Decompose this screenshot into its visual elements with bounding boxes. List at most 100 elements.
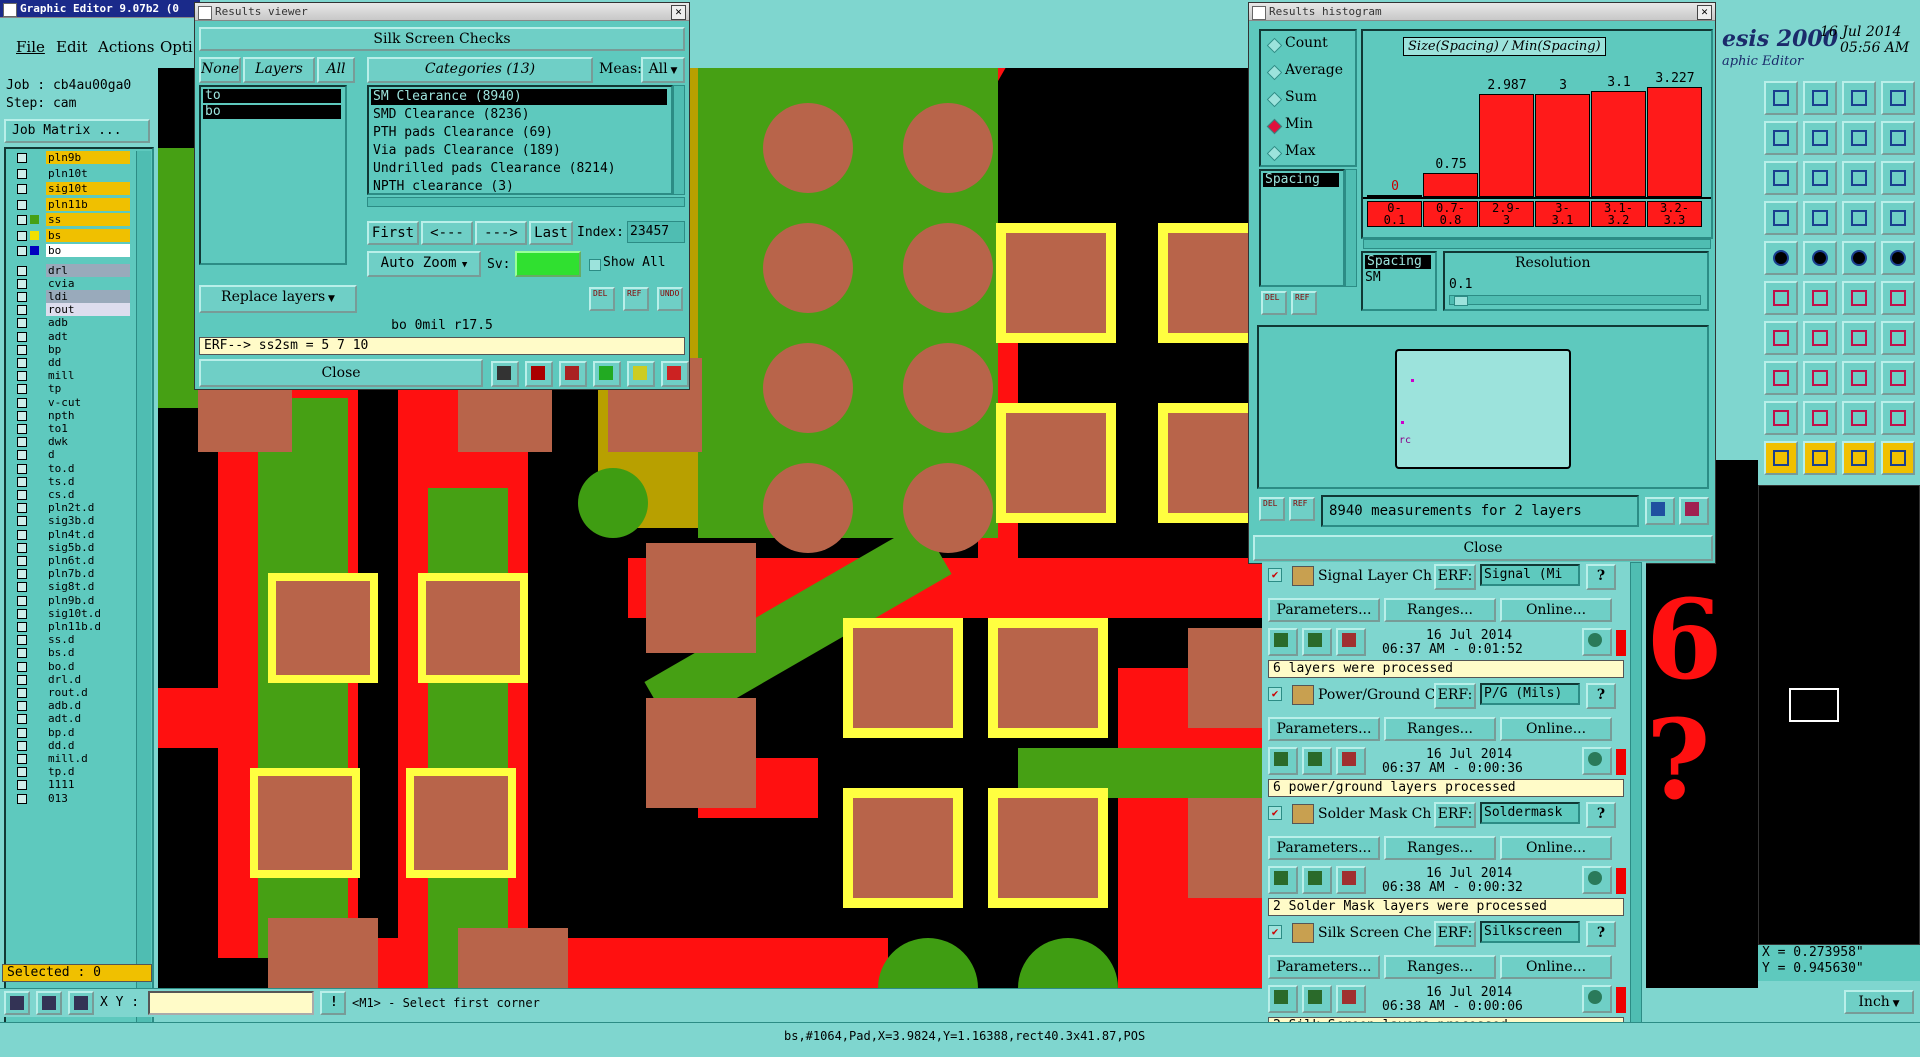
grid-tool-icon[interactable] xyxy=(68,991,94,1015)
compare-tool-icon[interactable] xyxy=(593,361,621,387)
layer-row-bs[interactable]: bs xyxy=(14,228,130,243)
layer-row-adt-d[interactable]: adt.d xyxy=(14,712,130,726)
triangle-a-icon[interactable] xyxy=(1803,401,1837,435)
dim-icon[interactable] xyxy=(1881,201,1915,235)
category-item[interactable]: Via pads Clearance (189) xyxy=(371,143,667,159)
layer-checkbox[interactable] xyxy=(17,168,27,179)
run-all-icon[interactable] xyxy=(1302,747,1332,775)
report-tool-icon[interactable] xyxy=(627,361,655,387)
layers-button[interactable]: Layers xyxy=(243,57,315,83)
route-icon[interactable] xyxy=(1842,201,1876,235)
layer-checkbox[interactable] xyxy=(17,463,27,474)
pin-icon[interactable] xyxy=(1803,201,1837,235)
snap-tool-icon[interactable] xyxy=(4,991,30,1015)
ranges-button[interactable]: Ranges... xyxy=(1384,955,1496,979)
layer-checkbox[interactable] xyxy=(17,780,27,791)
prev-button[interactable]: <--- xyxy=(421,221,473,245)
layer-row-tp-d[interactable]: tp.d xyxy=(14,765,130,779)
layer-checkbox[interactable] xyxy=(17,661,27,672)
close-icon[interactable]: ✕ xyxy=(671,5,686,20)
layer-checkbox[interactable] xyxy=(17,727,27,738)
layer-checkbox[interactable] xyxy=(17,648,27,659)
meas-select[interactable]: All ▼ xyxy=(641,57,685,83)
layer-checkbox[interactable] xyxy=(17,397,27,408)
parameters-button[interactable]: Parameters... xyxy=(1268,836,1380,860)
histogram-bar[interactable] xyxy=(1479,94,1534,197)
layer-row-sig3b-d[interactable]: sig3b.d xyxy=(14,514,130,528)
results-viewer-titlebar[interactable]: Results viewer ✕ xyxy=(195,3,689,21)
layer-row-pln9b-d[interactable]: pln9b.d xyxy=(14,593,130,608)
layer-list-scrollbar[interactable] xyxy=(136,151,151,1031)
fit-icon[interactable] xyxy=(1764,161,1798,195)
layer-row-pln10t[interactable]: pln10t xyxy=(14,166,130,181)
layer-checkbox[interactable] xyxy=(17,410,27,421)
slash-icon[interactable] xyxy=(1803,321,1837,355)
radio-count[interactable] xyxy=(1266,37,1283,54)
layer-checkbox[interactable] xyxy=(17,542,27,553)
next-button[interactable]: ---> xyxy=(475,221,527,245)
save-icon[interactable] xyxy=(1803,81,1837,115)
layer-checkbox[interactable] xyxy=(17,265,27,276)
layer-checkbox[interactable] xyxy=(17,184,27,194)
resolution-slider[interactable] xyxy=(1449,295,1701,306)
histogram-bar[interactable] xyxy=(1535,94,1590,197)
cross-icon[interactable] xyxy=(1803,281,1837,315)
parameters-button[interactable]: Parameters... xyxy=(1268,598,1380,622)
layer-row-ss[interactable]: ss xyxy=(14,213,130,227)
layer-checkbox[interactable] xyxy=(17,753,27,764)
measure-list[interactable]: Spacing SM xyxy=(1361,251,1437,311)
layer-row-dd-d[interactable]: dd.d xyxy=(14,738,130,753)
check-enable-checkbox[interactable]: ✔ xyxy=(1268,806,1282,820)
metric-list-item[interactable]: Spacing xyxy=(1263,173,1339,187)
pan-icon[interactable] xyxy=(1803,161,1837,195)
layer-checkbox[interactable] xyxy=(17,153,27,163)
layer-row-rout[interactable]: rout xyxy=(14,303,130,317)
ranges-button[interactable]: Ranges... xyxy=(1384,598,1496,622)
triangle-icon[interactable] xyxy=(1764,401,1798,435)
layer-checkbox[interactable] xyxy=(17,215,27,225)
layer-row-sig8t-d[interactable]: sig8t.d xyxy=(14,580,130,594)
layer-row-mill-d[interactable]: mill.d xyxy=(14,751,130,766)
window-menu-icon[interactable] xyxy=(1252,6,1266,20)
preview-ref-button[interactable]: REF xyxy=(1289,497,1315,521)
export-right-icon[interactable] xyxy=(1679,497,1709,525)
move-left-icon[interactable] xyxy=(1764,121,1798,155)
rotate-icon[interactable] xyxy=(1803,241,1837,275)
layer-row-v-cut[interactable]: v-cut xyxy=(14,395,130,410)
first-button[interactable]: First xyxy=(367,221,419,245)
erf-button[interactable]: ERF: xyxy=(1434,802,1476,828)
square-icon[interactable] xyxy=(1881,361,1915,395)
close-icon[interactable]: ✕ xyxy=(1697,5,1712,20)
parameters-button[interactable]: Parameters... xyxy=(1268,717,1380,741)
export-left-icon[interactable] xyxy=(1645,497,1675,525)
camera-icon[interactable] xyxy=(1764,241,1798,275)
replace-layers-select[interactable]: Replace layers ▼ xyxy=(199,285,357,313)
menu-options[interactable]: Opti xyxy=(160,38,193,56)
stop-icon[interactable] xyxy=(1336,866,1366,894)
layer-checkbox[interactable] xyxy=(17,555,27,566)
category-scrollbar[interactable] xyxy=(673,85,685,195)
alert-icon[interactable]: ! xyxy=(320,991,346,1015)
ranges-button[interactable]: Ranges... xyxy=(1384,717,1496,741)
layer-checkbox[interactable] xyxy=(17,384,27,395)
layer-checkbox[interactable] xyxy=(17,489,27,500)
layer-checkbox[interactable] xyxy=(17,569,27,580)
pointer-red-icon[interactable] xyxy=(1803,441,1837,475)
layer-row-adt[interactable]: adt xyxy=(14,329,130,344)
layer-row-sig10t-d[interactable]: sig10t.d xyxy=(14,606,130,621)
layer-checkbox[interactable] xyxy=(17,291,27,302)
help-icon[interactable] xyxy=(1881,161,1915,195)
measure-tool-icon[interactable] xyxy=(491,361,519,387)
layer-row-adb[interactable]: adb xyxy=(14,316,130,330)
checks-scrollbar[interactable] xyxy=(1630,562,1642,1042)
category-item[interactable]: SM Clearance (8940) xyxy=(371,89,667,105)
help-button[interactable]: ? xyxy=(1586,921,1616,947)
connect-icon[interactable] xyxy=(1881,281,1915,315)
target-icon[interactable] xyxy=(1881,241,1915,275)
open-icon[interactable] xyxy=(1764,81,1798,115)
run-all-icon[interactable] xyxy=(1302,628,1332,656)
ranges-button[interactable]: Ranges... xyxy=(1384,836,1496,860)
layer-checkbox[interactable] xyxy=(17,230,27,241)
zoom-results-icon[interactable] xyxy=(1582,985,1612,1013)
layer-row-bp-d[interactable]: bp.d xyxy=(14,725,130,740)
